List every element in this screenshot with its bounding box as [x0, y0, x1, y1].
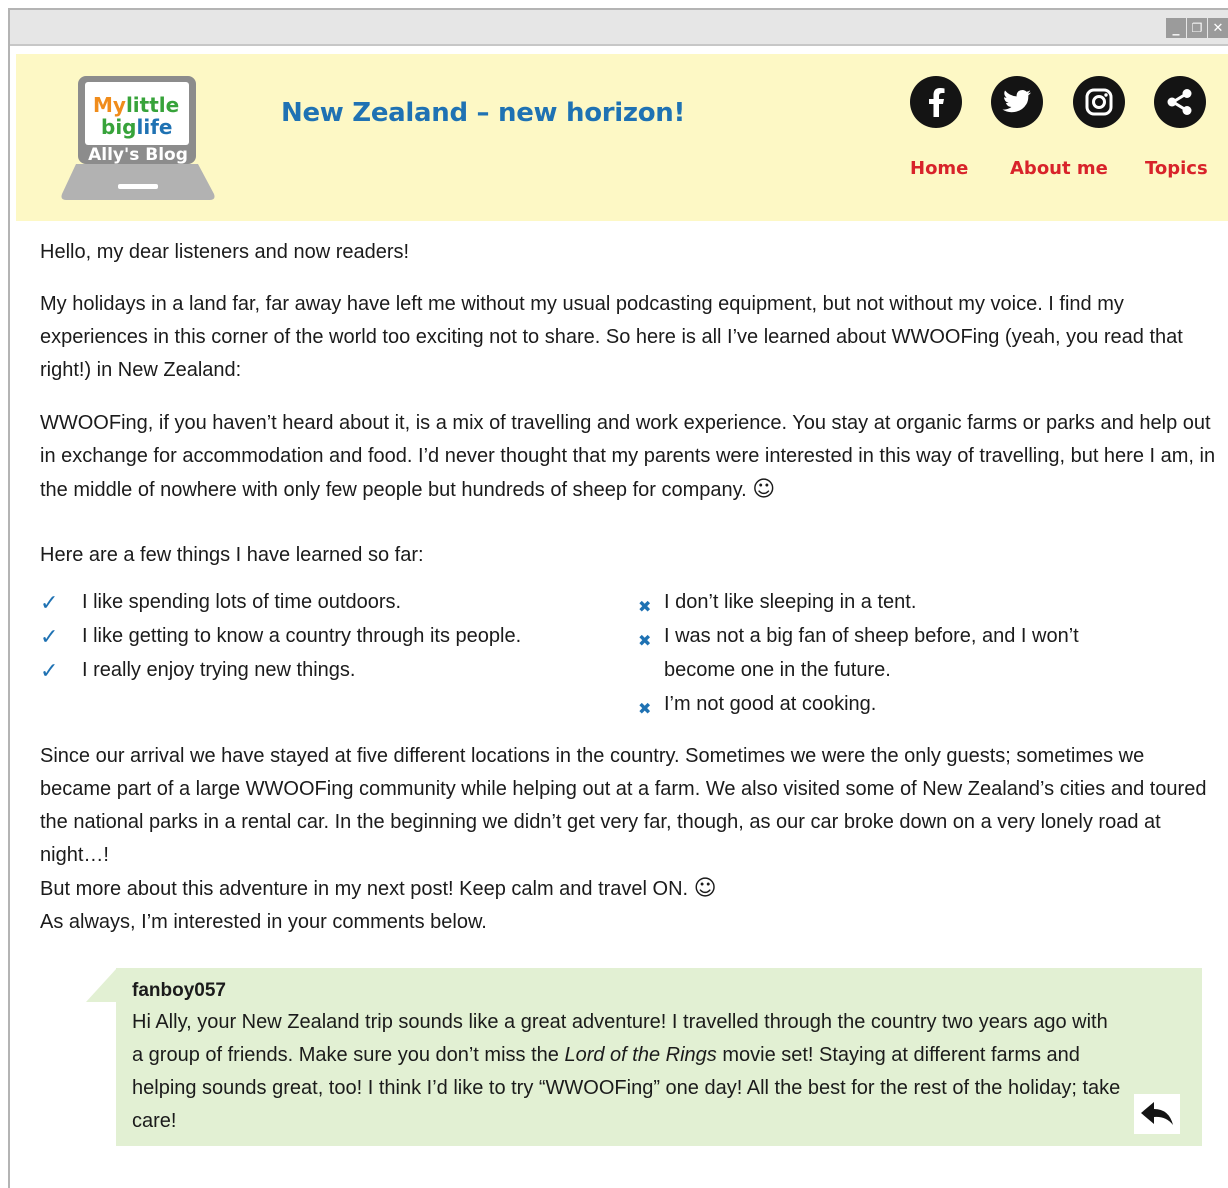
- minimize-button[interactable]: _: [1166, 18, 1186, 38]
- browser-window: _ ❐ ✕ Mylittle biglife Ally's Blog New Z…: [8, 8, 1228, 1188]
- logo-word-my: My: [93, 93, 126, 117]
- twitter-icon: [1002, 90, 1031, 113]
- logo-word-big: big: [101, 115, 137, 139]
- dislike-item: I’m not good at cooking.: [664, 693, 877, 715]
- post-paragraph-5: As always, I’m interested in your commen…: [40, 911, 487, 933]
- nav-home[interactable]: Home: [910, 158, 968, 179]
- like-item: I like spending lots of time outdoors.: [82, 591, 402, 613]
- instagram-button[interactable]: [1073, 76, 1125, 128]
- twitter-button[interactable]: [991, 76, 1043, 128]
- blog-header: Mylittle biglife Ally's Blog New Zealand…: [16, 54, 1228, 221]
- cross-icon: ✖: [638, 631, 652, 650]
- nav-about-me[interactable]: About me: [1010, 158, 1108, 179]
- blog-logo[interactable]: Mylittle biglife Ally's Blog: [58, 74, 218, 204]
- logo-word-life: life: [137, 115, 173, 139]
- movie-title: Lord of the Rings: [564, 1044, 717, 1066]
- logo-word-little: little: [126, 93, 179, 117]
- post-paragraph-3: Since our arrival we have stayed at five…: [40, 745, 1207, 866]
- like-item: I like getting to know a country through…: [82, 625, 522, 647]
- restore-button[interactable]: ❐: [1187, 18, 1207, 38]
- svg-text:Mylittle: Mylittle: [93, 93, 179, 117]
- facebook-button[interactable]: [910, 76, 962, 128]
- dislike-item: I don’t like sleeping in a tent.: [664, 591, 917, 613]
- comment-bubble-tail: [86, 968, 117, 1002]
- facebook-icon: [929, 88, 945, 117]
- comment-text: Hi Ally, your New Zealand trip sounds li…: [132, 1011, 1121, 1132]
- comment-username: fanboy057: [132, 980, 226, 1001]
- close-button[interactable]: ✕: [1208, 18, 1228, 38]
- laptop-logo-icon: Mylittle biglife Ally's Blog: [61, 76, 215, 200]
- cross-icon: ✖: [638, 699, 652, 718]
- check-icon: ✓: [40, 659, 59, 684]
- share-button[interactable]: [1154, 76, 1206, 128]
- dislike-item-continued: become one in the future.: [664, 659, 891, 681]
- instagram-icon: [1085, 88, 1113, 116]
- comment-card: fanboy057 Hi Ally, your New Zealand trip…: [116, 968, 1202, 1146]
- check-icon: ✓: [40, 625, 59, 650]
- post-paragraph-4: But more about this adventure in my next…: [40, 876, 717, 901]
- post-paragraph-2: WWOOFing, if you haven’t heard about it,…: [40, 412, 1216, 502]
- cross-icon: ✖: [638, 597, 652, 616]
- page-title: New Zealand – new horizon!: [281, 98, 686, 128]
- check-icon: ✓: [40, 591, 59, 616]
- window-controls: _ ❐ ✕: [1166, 18, 1228, 38]
- learned-intro: Here are a few things I have learned so …: [40, 544, 424, 566]
- share-icon: [1167, 89, 1192, 115]
- smiley-icon: ☺: [693, 876, 717, 901]
- dislike-item: I was not a big fan of sheep before, and…: [664, 625, 1079, 647]
- like-item: I really enjoy trying new things.: [82, 659, 356, 681]
- svg-text:biglife: biglife: [101, 115, 172, 139]
- reply-button[interactable]: [1134, 1094, 1180, 1134]
- post-greeting: Hello, my dear listeners and now readers…: [40, 241, 410, 263]
- logo-caption: Ally's Blog: [88, 145, 188, 165]
- post-paragraph-1: My holidays in a land far, far away have…: [40, 293, 1183, 381]
- smiley-icon: ☺: [752, 477, 776, 502]
- reply-icon: [1141, 1102, 1173, 1125]
- window-titlebar: _ ❐ ✕: [10, 10, 1228, 46]
- nav-topics[interactable]: Topics: [1145, 158, 1208, 179]
